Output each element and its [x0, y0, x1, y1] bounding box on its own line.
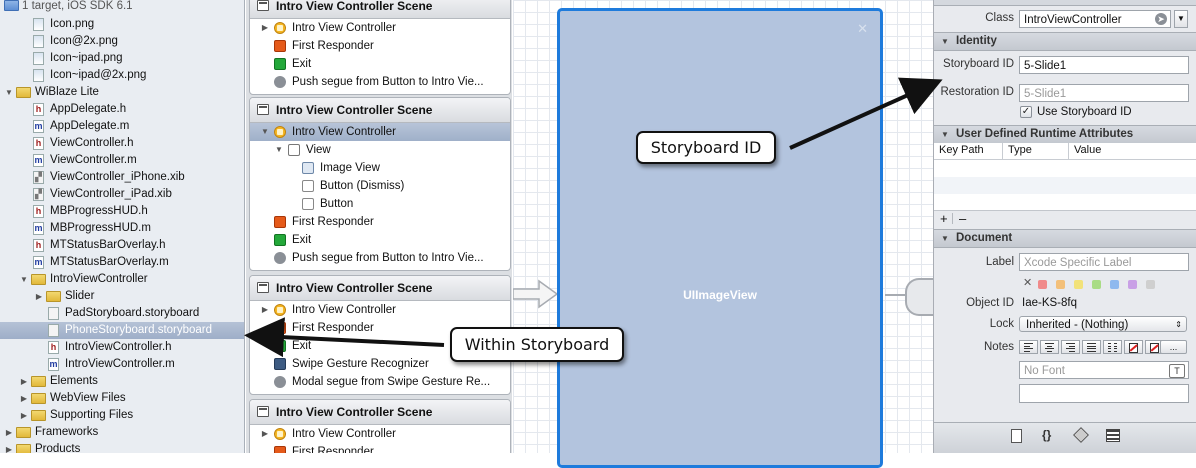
storyboard-id-arrow	[789, 77, 943, 150]
annotation-arrows	[244, 77, 943, 358]
storyboard-id-callout: Storyboard ID	[636, 131, 776, 164]
within-storyboard-callout: Within Storyboard	[450, 327, 624, 362]
within-storyboard-arrow	[244, 317, 445, 358]
